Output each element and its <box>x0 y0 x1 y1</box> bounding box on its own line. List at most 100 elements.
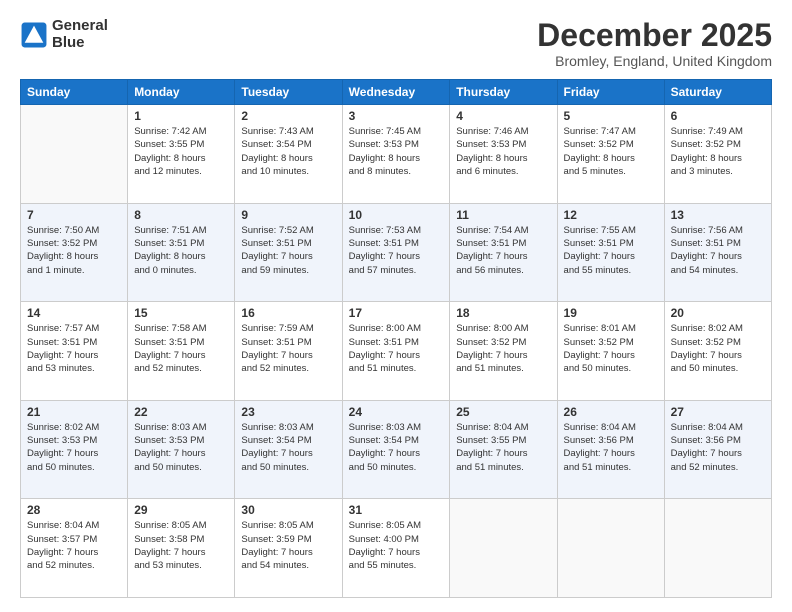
day-info: Sunrise: 8:04 AM Sunset: 3:56 PM Dayligh… <box>564 421 658 474</box>
table-row: 14 Sunrise: 7:57 AM Sunset: 3:51 PM Dayli… <box>21 302 128 401</box>
day-number: 14 <box>27 306 121 320</box>
day-number: 12 <box>564 208 658 222</box>
day-info: Sunrise: 8:02 AM Sunset: 3:52 PM Dayligh… <box>671 322 765 375</box>
table-row: 24Sunrise: 8:03 AM Sunset: 3:54 PM Dayli… <box>342 400 450 499</box>
table-row: 12 Sunrise: 7:55 AM Sunset: 3:51 PM Dayli… <box>557 203 664 302</box>
logo-icon <box>20 21 48 49</box>
table-row: 21 Sunrise: 8:02 AM Sunset: 3:53 PM Dayli… <box>21 400 128 499</box>
table-row: 26 Sunrise: 8:04 AM Sunset: 3:56 PM Dayli… <box>557 400 664 499</box>
day-info: Sunrise: 8:01 AM Sunset: 3:52 PM Dayligh… <box>564 322 658 375</box>
day-info: Sunrise: 7:53 AM Sunset: 3:51 PM Dayligh… <box>349 224 444 277</box>
day-number: 22 <box>134 405 228 419</box>
day-info: Sunrise: 7:52 AM Sunset: 3:51 PM Dayligh… <box>241 224 335 277</box>
table-row: 28Sunrise: 8:04 AM Sunset: 3:57 PM Dayli… <box>21 499 128 598</box>
table-row: 31Sunrise: 8:05 AM Sunset: 4:00 PM Dayli… <box>342 499 450 598</box>
day-number: 11 <box>456 208 550 222</box>
day-number: 19 <box>564 306 658 320</box>
day-info: Sunrise: 7:50 AM Sunset: 3:52 PM Dayligh… <box>27 224 121 277</box>
logo: General Blue <box>20 18 108 51</box>
day-number: 3 <box>349 109 444 123</box>
day-number: 7 <box>27 208 121 222</box>
table-row: 16 Sunrise: 7:59 AM Sunset: 3:51 PM Dayli… <box>235 302 342 401</box>
table-row: 27 Sunrise: 8:04 AM Sunset: 3:56 PM Dayli… <box>664 400 771 499</box>
day-number: 27 <box>671 405 765 419</box>
day-info: Sunrise: 7:42 AM Sunset: 3:55 PM Dayligh… <box>134 125 228 178</box>
day-info: Sunrise: 7:43 AM Sunset: 3:54 PM Dayligh… <box>241 125 335 178</box>
location: Bromley, England, United Kingdom <box>537 53 772 69</box>
day-info: Sunrise: 7:46 AM Sunset: 3:53 PM Dayligh… <box>456 125 550 178</box>
day-number: 23 <box>241 405 335 419</box>
table-row: 11 Sunrise: 7:54 AM Sunset: 3:51 PM Dayli… <box>450 203 557 302</box>
day-number: 2 <box>241 109 335 123</box>
table-row: 1 Sunrise: 7:42 AM Sunset: 3:55 PM Daylig… <box>128 105 235 204</box>
day-info: Sunrise: 8:00 AM Sunset: 3:51 PM Dayligh… <box>349 322 444 375</box>
calendar-page: General Blue December 2025 Bromley, Engl… <box>0 0 792 612</box>
day-info: Sunrise: 7:58 AM Sunset: 3:51 PM Dayligh… <box>134 322 228 375</box>
col-tuesday: Tuesday <box>235 80 342 105</box>
day-info: Sunrise: 8:05 AM Sunset: 3:58 PM Dayligh… <box>134 519 228 572</box>
col-thursday: Thursday <box>450 80 557 105</box>
day-number: 1 <box>134 109 228 123</box>
day-number: 18 <box>456 306 550 320</box>
day-info: Sunrise: 7:55 AM Sunset: 3:51 PM Dayligh… <box>564 224 658 277</box>
table-row <box>450 499 557 598</box>
table-row: 29 Sunrise: 8:05 AM Sunset: 3:58 PM Dayli… <box>128 499 235 598</box>
day-info: Sunrise: 7:51 AM Sunset: 3:51 PM Dayligh… <box>134 224 228 277</box>
day-number: 5 <box>564 109 658 123</box>
month-title: December 2025 <box>537 18 772 53</box>
calendar-week-row: 28Sunrise: 8:04 AM Sunset: 3:57 PM Dayli… <box>21 499 772 598</box>
day-number: 6 <box>671 109 765 123</box>
day-info: Sunrise: 7:45 AM Sunset: 3:53 PM Dayligh… <box>349 125 444 178</box>
calendar-week-row: 21 Sunrise: 8:02 AM Sunset: 3:53 PM Dayli… <box>21 400 772 499</box>
day-info: Sunrise: 7:54 AM Sunset: 3:51 PM Dayligh… <box>456 224 550 277</box>
day-number: 28 <box>27 503 121 517</box>
day-number: 26 <box>564 405 658 419</box>
table-row <box>664 499 771 598</box>
day-number: 9 <box>241 208 335 222</box>
table-row: 15 Sunrise: 7:58 AM Sunset: 3:51 PM Dayli… <box>128 302 235 401</box>
day-number: 20 <box>671 306 765 320</box>
table-row: 19 Sunrise: 8:01 AM Sunset: 3:52 PM Dayli… <box>557 302 664 401</box>
day-number: 29 <box>134 503 228 517</box>
day-info: Sunrise: 8:03 AM Sunset: 3:54 PM Dayligh… <box>241 421 335 474</box>
day-number: 25 <box>456 405 550 419</box>
table-row: 3 Sunrise: 7:45 AM Sunset: 3:53 PM Daylig… <box>342 105 450 204</box>
col-monday: Monday <box>128 80 235 105</box>
table-row: 9 Sunrise: 7:52 AM Sunset: 3:51 PM Daylig… <box>235 203 342 302</box>
col-friday: Friday <box>557 80 664 105</box>
table-row: 4Sunrise: 7:46 AM Sunset: 3:53 PM Daylig… <box>450 105 557 204</box>
day-info: Sunrise: 7:49 AM Sunset: 3:52 PM Dayligh… <box>671 125 765 178</box>
calendar-week-row: 14 Sunrise: 7:57 AM Sunset: 3:51 PM Dayli… <box>21 302 772 401</box>
table-row: 13Sunrise: 7:56 AM Sunset: 3:51 PM Dayli… <box>664 203 771 302</box>
title-block: December 2025 Bromley, England, United K… <box>537 18 772 69</box>
day-info: Sunrise: 8:05 AM Sunset: 3:59 PM Dayligh… <box>241 519 335 572</box>
table-row: 6 Sunrise: 7:49 AM Sunset: 3:52 PM Daylig… <box>664 105 771 204</box>
day-info: Sunrise: 7:59 AM Sunset: 3:51 PM Dayligh… <box>241 322 335 375</box>
table-row: 23 Sunrise: 8:03 AM Sunset: 3:54 PM Dayli… <box>235 400 342 499</box>
table-row: 8Sunrise: 7:51 AM Sunset: 3:51 PM Daylig… <box>128 203 235 302</box>
day-info: Sunrise: 7:56 AM Sunset: 3:51 PM Dayligh… <box>671 224 765 277</box>
table-row: 25 Sunrise: 8:04 AM Sunset: 3:55 PM Dayli… <box>450 400 557 499</box>
day-number: 15 <box>134 306 228 320</box>
logo-text: General Blue <box>52 18 108 51</box>
day-number: 30 <box>241 503 335 517</box>
day-info: Sunrise: 8:00 AM Sunset: 3:52 PM Dayligh… <box>456 322 550 375</box>
table-row: 20 Sunrise: 8:02 AM Sunset: 3:52 PM Dayli… <box>664 302 771 401</box>
day-info: Sunrise: 8:04 AM Sunset: 3:56 PM Dayligh… <box>671 421 765 474</box>
day-info: Sunrise: 7:57 AM Sunset: 3:51 PM Dayligh… <box>27 322 121 375</box>
calendar-table: Sunday Monday Tuesday Wednesday Thursday… <box>20 79 772 598</box>
table-row: 30 Sunrise: 8:05 AM Sunset: 3:59 PM Dayli… <box>235 499 342 598</box>
col-saturday: Saturday <box>664 80 771 105</box>
table-row <box>21 105 128 204</box>
calendar-week-row: 7 Sunrise: 7:50 AM Sunset: 3:52 PM Daylig… <box>21 203 772 302</box>
table-row: 7 Sunrise: 7:50 AM Sunset: 3:52 PM Daylig… <box>21 203 128 302</box>
day-number: 10 <box>349 208 444 222</box>
calendar-week-row: 1 Sunrise: 7:42 AM Sunset: 3:55 PM Daylig… <box>21 105 772 204</box>
day-number: 16 <box>241 306 335 320</box>
day-info: Sunrise: 8:04 AM Sunset: 3:55 PM Dayligh… <box>456 421 550 474</box>
day-info: Sunrise: 8:03 AM Sunset: 3:53 PM Dayligh… <box>134 421 228 474</box>
day-info: Sunrise: 7:47 AM Sunset: 3:52 PM Dayligh… <box>564 125 658 178</box>
day-number: 21 <box>27 405 121 419</box>
day-info: Sunrise: 8:02 AM Sunset: 3:53 PM Dayligh… <box>27 421 121 474</box>
day-number: 17 <box>349 306 444 320</box>
